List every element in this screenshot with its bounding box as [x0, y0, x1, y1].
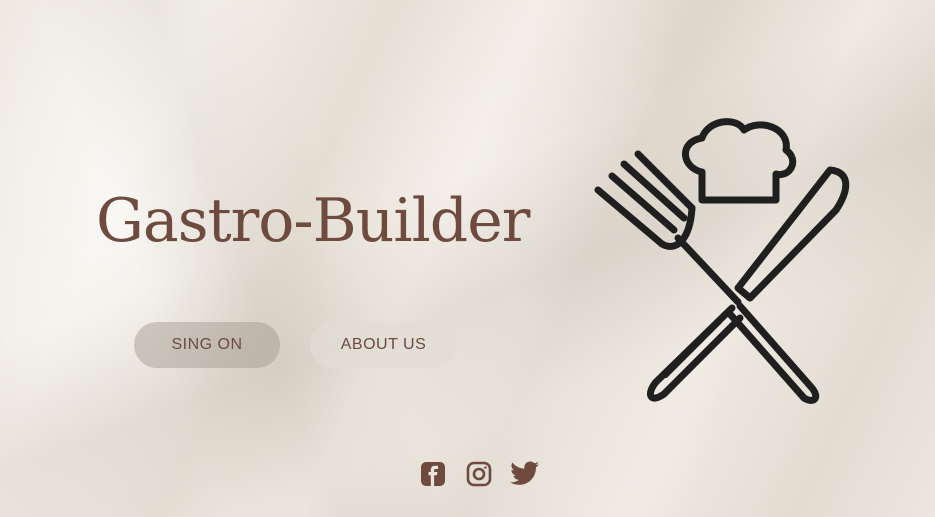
sign-on-button[interactable]: SING ON [134, 322, 280, 368]
facebook-icon[interactable] [418, 459, 448, 489]
about-us-button[interactable]: ABOUT US [310, 322, 457, 368]
instagram-icon[interactable] [464, 459, 494, 489]
chef-hat-fork-knife-icon [590, 112, 860, 407]
site-title: Gastro-Builder [96, 186, 530, 256]
twitter-icon[interactable] [510, 459, 540, 489]
social-links [418, 459, 540, 489]
